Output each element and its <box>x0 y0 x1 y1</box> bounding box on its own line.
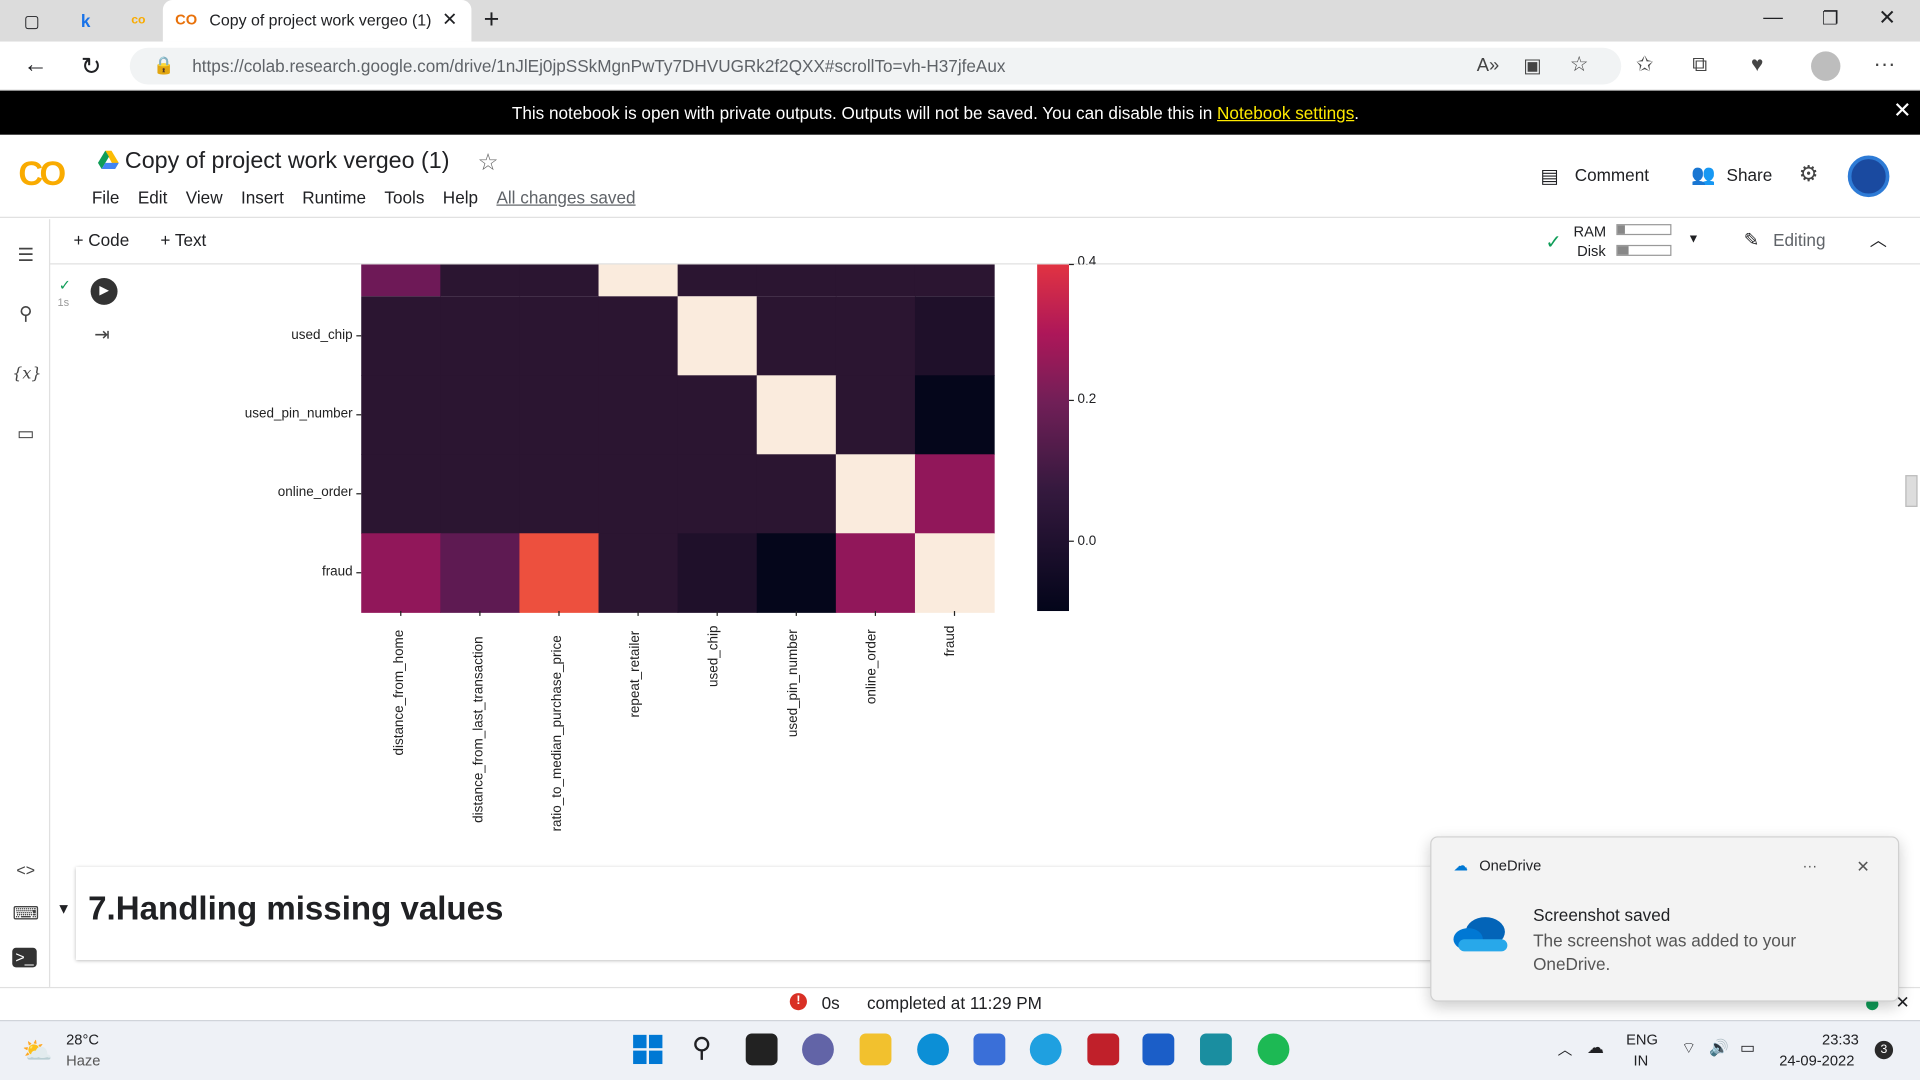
heatmap-cell <box>440 375 521 455</box>
heatmap-cell-partial <box>519 264 600 297</box>
battery-icon[interactable]: ▭ <box>1740 1038 1755 1058</box>
clock-date[interactable]: 24-09-2022 <box>1779 1052 1854 1069</box>
heatmap-cell <box>361 296 441 376</box>
heatmap-cell <box>440 454 521 534</box>
col-label-distance-from-last-transaction: distance_from_last_transaction <box>471 636 487 823</box>
heatmap-cell <box>598 533 679 613</box>
notebook-scrollbar[interactable] <box>1905 475 1918 507</box>
row-label-used-pin-number: used_pin_number <box>244 406 353 422</box>
weather-temp[interactable]: 28°C <box>66 1031 99 1048</box>
heatmap-cell-partial <box>598 264 679 297</box>
error-icon: ! <box>789 993 807 1011</box>
edge-icon[interactable] <box>917 1033 949 1066</box>
clock-time[interactable]: 23:33 <box>1822 1031 1859 1048</box>
toast-app-name: OneDrive <box>1479 857 1542 875</box>
heatmap-cell <box>835 296 916 376</box>
heatmap-cell-partial <box>677 264 758 297</box>
row-label-used-chip: used_chip <box>291 328 353 343</box>
start-windows-icon[interactable] <box>633 1034 663 1065</box>
col-label-online-order: online_order <box>864 629 880 705</box>
heatmap-cell <box>361 454 441 534</box>
colorbar-tick-0-2: 0.2 <box>1077 391 1097 407</box>
heatmap-cell-partial <box>835 264 916 297</box>
toast-body: The screenshot was added to your OneDriv… <box>1533 930 1797 974</box>
weather-desc[interactable]: Haze <box>66 1052 100 1069</box>
col-label-used-chip: used_chip <box>706 625 722 687</box>
row-label-online-order: online_order <box>277 484 353 500</box>
heatmap-cell <box>519 375 600 455</box>
heatmap-cell <box>756 375 837 455</box>
section-heading: 7.Handling missing values <box>88 890 504 927</box>
wifi-icon[interactable]: ⌔ <box>1681 1038 1696 1058</box>
heatmap-cell <box>519 296 600 376</box>
col-label-fraud: fraud <box>942 625 958 657</box>
heatmap-cell-partial <box>440 264 521 297</box>
heatmap-cell <box>835 533 916 613</box>
skype-like-icon[interactable] <box>1029 1033 1062 1066</box>
heatmap-cell <box>677 375 758 455</box>
toast-title: Screenshot saved <box>1533 904 1671 925</box>
heatmap-cell <box>598 296 679 376</box>
task-view-icon[interactable] <box>745 1033 778 1066</box>
notification-badge[interactable]: 3 <box>1874 1040 1894 1060</box>
heatmap-cell <box>914 454 995 534</box>
heatmap-cell <box>914 533 995 613</box>
heatmap-cell <box>519 454 600 534</box>
heatmap-cell <box>835 375 916 455</box>
file-explorer-icon[interactable] <box>859 1033 892 1066</box>
onedrive-small-icon: ☁ <box>1453 857 1469 875</box>
heatmap-cell <box>835 454 916 534</box>
exec-time: 0s <box>821 993 840 1013</box>
ms-store-icon[interactable] <box>973 1033 1006 1066</box>
spotify-icon[interactable] <box>1257 1033 1290 1066</box>
taskbar-search-icon[interactable]: ⚲ <box>692 1032 712 1064</box>
colorbar <box>1037 264 1069 612</box>
collapse-section-icon[interactable]: ▼ <box>56 900 71 917</box>
completed-status[interactable]: completed at 11:29 PM <box>867 993 1042 1013</box>
heatmap-cell <box>677 296 758 376</box>
heatmap-cell <box>519 533 600 613</box>
row-label-fraud: fraud <box>321 564 353 580</box>
heatmap-cell <box>677 454 758 534</box>
heatmap-cell <box>440 296 521 376</box>
tray-overflow-icon[interactable]: ︿ <box>1558 1038 1573 1059</box>
toast-more-icon[interactable]: ··· <box>1802 857 1817 874</box>
heatmap-cell <box>361 375 441 455</box>
windows-taskbar <box>0 1020 1920 1080</box>
volume-icon[interactable]: 🔊 <box>1709 1038 1729 1058</box>
tray-app-icon[interactable]: ☁ <box>1587 1037 1604 1058</box>
heatmap-cell <box>914 296 995 376</box>
heatmap-cell <box>598 454 679 534</box>
mcafee-icon[interactable] <box>1087 1033 1120 1066</box>
col-label-repeat-retailer: repeat_retailer <box>628 630 643 718</box>
heatmap-cell <box>756 454 837 534</box>
toast-close-icon[interactable]: ✕ <box>1856 857 1869 877</box>
heatmap-cell <box>440 533 521 613</box>
heatmap-cell <box>756 296 837 376</box>
col-label-used-pin-number: used_pin_number <box>786 629 801 738</box>
weather-icon[interactable]: ⛅ <box>22 1036 52 1067</box>
heatmap-cell-partial <box>914 264 995 297</box>
heatmap-cell-partial <box>756 264 837 297</box>
onedrive-cloud-icon <box>1451 912 1510 954</box>
lang-region[interactable]: IN <box>1633 1052 1648 1069</box>
col-label-ratio-to-median-purchase-price: ratio_to_median_purchase_price <box>549 635 565 832</box>
heatmap-cell <box>914 375 995 455</box>
teams-chat-icon[interactable] <box>802 1033 834 1066</box>
heatmap-cell <box>677 533 758 613</box>
colorbar-tick-0-0: 0.0 <box>1077 533 1097 549</box>
lang-ime[interactable]: ENG <box>1626 1031 1658 1048</box>
heatmap-cell-partial <box>361 264 441 297</box>
app-icon[interactable] <box>1200 1033 1232 1066</box>
heatmap-cell <box>361 533 441 613</box>
colorbar-tick-top: 0.4 <box>1077 254 1097 265</box>
quick-assist-icon[interactable] <box>1142 1033 1175 1066</box>
col-label-distance-from-home: distance_from_home <box>391 629 407 756</box>
heatmap-cell <box>756 533 837 613</box>
heatmap-cell <box>598 375 679 455</box>
